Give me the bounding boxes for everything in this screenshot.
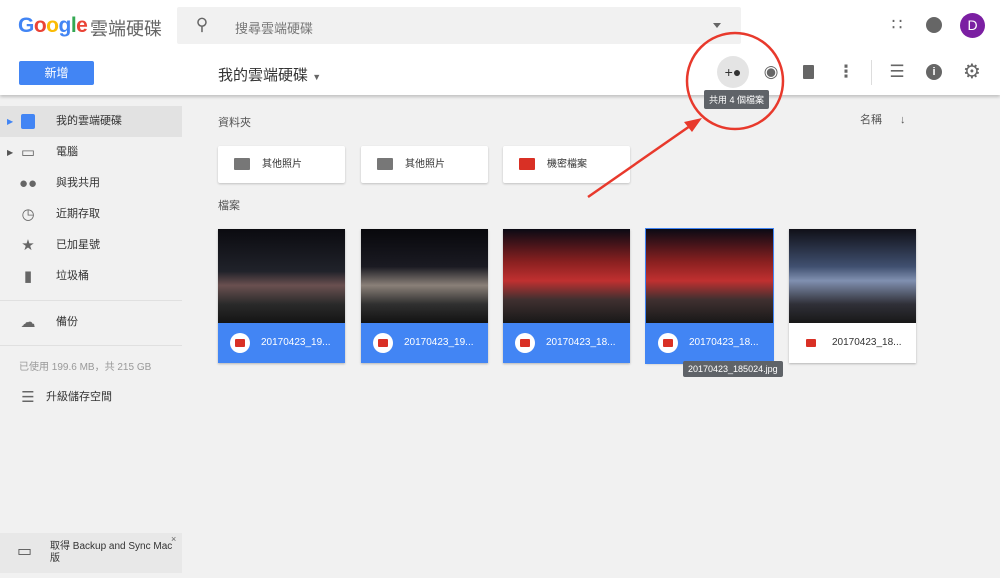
shared-folder-icon bbox=[519, 158, 535, 170]
file-thumbnail bbox=[646, 229, 773, 323]
toolbar-divider bbox=[871, 60, 872, 85]
clock-icon: ◷ bbox=[21, 206, 35, 223]
search-input[interactable]: ⚲ 搜尋雲端硬碟 bbox=[177, 7, 741, 44]
sidebar-divider bbox=[0, 345, 182, 346]
file-name: 20170423_18... bbox=[832, 337, 902, 348]
file-name: 20170423_18... bbox=[689, 337, 759, 348]
image-file-icon bbox=[658, 333, 678, 353]
sort-button[interactable]: 名稱 ↓ bbox=[860, 111, 906, 127]
sidebar-item-label: 垃圾桶 bbox=[56, 270, 89, 282]
sidebar-item-label: 我的雲端硬碟 bbox=[56, 115, 122, 127]
avatar[interactable]: D bbox=[960, 13, 985, 38]
info-icon[interactable]: i bbox=[926, 64, 942, 80]
files-heading: 檔案 bbox=[218, 200, 240, 212]
monitor-icon: ▭ bbox=[17, 543, 33, 560]
breadcrumb[interactable]: 我的雲端硬碟 ▼ bbox=[218, 64, 321, 85]
expand-arrow-icon[interactable]: ▶ bbox=[7, 106, 13, 137]
image-file-icon bbox=[373, 333, 393, 353]
folder-name: 機密檔案 bbox=[547, 159, 587, 170]
sidebar-item-label: 與我共用 bbox=[56, 177, 100, 189]
folder-icon bbox=[377, 158, 393, 170]
file-thumbnail bbox=[218, 229, 345, 323]
folder-name: 其他照片 bbox=[405, 159, 445, 170]
sidebar-item-label: 已加星號 bbox=[56, 239, 100, 251]
notifications-icon[interactable] bbox=[926, 17, 942, 33]
header: Google 雲端硬碟 ⚲ 搜尋雲端硬碟 ∷ D 新增 我的雲端硬碟 ▼ +● … bbox=[0, 0, 1000, 95]
file-card[interactable]: 20170423_18... bbox=[789, 229, 916, 363]
sidebar-item-label: 近期存取 bbox=[56, 208, 100, 220]
sidebar-item-backup[interactable]: ☁ 備份 bbox=[0, 307, 182, 338]
upgrade-label: 升級儲存空間 bbox=[46, 391, 112, 403]
file-name: 20170423_19... bbox=[404, 337, 474, 348]
search-icon: ⚲ bbox=[195, 15, 209, 34]
file-name: 20170423_18... bbox=[546, 337, 616, 348]
file-card[interactable]: 20170423_18... bbox=[503, 229, 630, 363]
sort-label: 名稱 bbox=[860, 114, 882, 126]
storage-icon: ☰ bbox=[21, 389, 35, 406]
people-icon: ●● bbox=[18, 175, 38, 192]
share-tooltip: 共用 4 個檔案 bbox=[704, 90, 770, 109]
star-icon: ★ bbox=[21, 237, 35, 254]
folder-item[interactable]: 其他照片 bbox=[361, 146, 488, 183]
folder-item[interactable]: 其他照片 bbox=[218, 146, 345, 183]
sidebar-divider bbox=[0, 300, 182, 301]
image-file-icon bbox=[801, 333, 821, 353]
folder-item[interactable]: 機密檔案 bbox=[503, 146, 630, 183]
folders-heading: 資料夾 bbox=[218, 117, 251, 129]
file-card[interactable]: 20170423_19... bbox=[218, 229, 345, 363]
share-button[interactable]: +● bbox=[717, 56, 749, 88]
chevron-down-icon: ▼ bbox=[312, 72, 322, 82]
delete-icon[interactable] bbox=[803, 65, 814, 79]
breadcrumb-label: 我的雲端硬碟 bbox=[218, 67, 309, 84]
sidebar-item-trash[interactable]: ▮ 垃圾桶 bbox=[0, 261, 182, 292]
product-name: 雲端硬碟 bbox=[90, 19, 162, 39]
sidebar-item-label: 電腦 bbox=[56, 146, 78, 158]
sidebar-item-label: 備份 bbox=[56, 316, 78, 328]
folder-name: 其他照片 bbox=[262, 159, 302, 170]
trash-icon: ▮ bbox=[23, 268, 33, 285]
file-card[interactable]: 20170423_18... bbox=[645, 228, 774, 364]
expand-arrow-icon[interactable]: ▶ bbox=[7, 137, 13, 168]
settings-gear-icon[interactable]: ⚙ bbox=[957, 57, 987, 87]
drive-icon bbox=[21, 114, 35, 129]
list-view-icon[interactable]: ☰ bbox=[882, 57, 912, 87]
file-name: 20170423_19... bbox=[261, 337, 331, 348]
close-icon[interactable]: × bbox=[171, 534, 176, 544]
cloud-icon: ☁ bbox=[20, 314, 36, 331]
sidebar-item-starred[interactable]: ★ 已加星號 bbox=[0, 230, 182, 261]
file-thumbnail bbox=[503, 229, 630, 323]
sidebar-item-recent[interactable]: ◷ 近期存取 bbox=[0, 199, 182, 230]
backup-sync-promo[interactable]: ▭ 取得 Backup and Sync Mac 版 × bbox=[0, 533, 182, 573]
file-thumbnail bbox=[361, 229, 488, 323]
image-file-icon bbox=[515, 333, 535, 353]
promo-text: 取得 Backup and Sync Mac 版 bbox=[50, 541, 173, 564]
preview-eye-icon[interactable]: ◉ bbox=[756, 57, 786, 87]
sidebar-item-my-drive[interactable]: ▶ 我的雲端硬碟 bbox=[0, 106, 182, 137]
image-file-icon bbox=[230, 333, 250, 353]
storage-usage: 已使用 199.6 MB，共 215 GB bbox=[19, 362, 152, 373]
file-thumbnail bbox=[789, 229, 916, 323]
new-button[interactable]: 新增 bbox=[19, 61, 94, 85]
arrow-down-icon[interactable]: ↓ bbox=[900, 114, 906, 126]
search-options-icon[interactable] bbox=[713, 23, 721, 32]
upgrade-storage-link[interactable]: ☰ 升級儲存空間 bbox=[0, 382, 182, 413]
apps-icon[interactable]: ∷ bbox=[882, 10, 912, 40]
search-placeholder: 搜尋雲端硬碟 bbox=[235, 21, 314, 36]
sidebar-item-computers[interactable]: ▶ ▭ 電腦 bbox=[0, 137, 182, 168]
more-vert-icon[interactable]: ⋮ bbox=[831, 57, 861, 87]
sidebar-item-shared[interactable]: ●● 與我共用 bbox=[0, 168, 182, 199]
google-logo[interactable]: Google bbox=[18, 14, 88, 38]
arrow-head bbox=[684, 118, 702, 132]
folder-icon bbox=[234, 158, 250, 170]
file-tooltip: 20170423_185024.jpg bbox=[683, 361, 783, 377]
computer-icon: ▭ bbox=[20, 144, 36, 161]
file-card[interactable]: 20170423_19... bbox=[361, 229, 488, 363]
